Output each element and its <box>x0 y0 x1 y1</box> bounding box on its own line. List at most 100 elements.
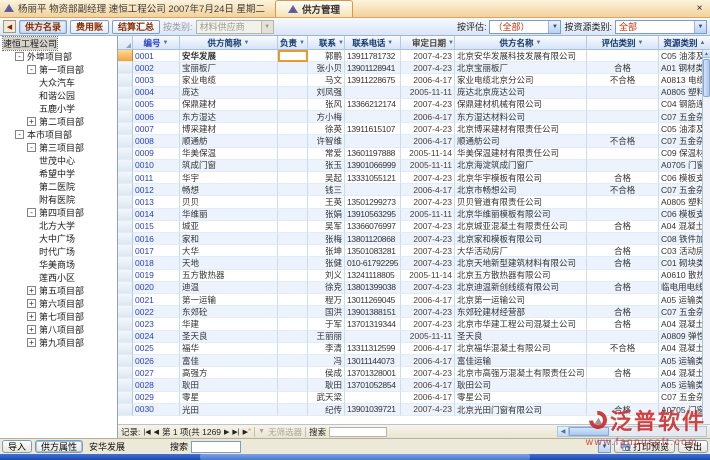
table-row[interactable]: 0007博采建材徐英139116151072007-4-23北京博采建材有限责任… <box>118 123 710 135</box>
table-cell[interactable]: 畅想 <box>180 184 278 196</box>
table-cell[interactable]: 耿田 <box>180 379 278 391</box>
table-cell[interactable] <box>278 355 308 367</box>
column-header[interactable]: 联系电话▼ <box>345 36 401 50</box>
tree-item[interactable]: +第六项目部 <box>0 297 117 310</box>
row-selector[interactable] <box>118 74 133 86</box>
table-cell[interactable]: 2005-11-11 <box>401 209 455 221</box>
collapse-minus-icon[interactable]: - <box>27 65 36 74</box>
column-header[interactable]: 评估类别▼ <box>587 36 659 50</box>
table-cell[interactable]: 富佳 <box>180 355 278 367</box>
table-cell[interactable] <box>278 99 308 111</box>
row-selector[interactable] <box>118 111 133 123</box>
table-cell[interactable]: 华宇 <box>180 172 278 184</box>
table-cell[interactable] <box>278 196 308 208</box>
table-cell[interactable]: 许智维 <box>308 135 345 147</box>
table-cell[interactable]: 耿田 <box>308 379 345 391</box>
table-cell[interactable]: 合格 <box>587 367 659 379</box>
row-selector[interactable] <box>118 184 133 196</box>
table-cell[interactable] <box>587 379 659 391</box>
table-cell[interactable] <box>587 392 659 404</box>
table-cell[interactable] <box>587 233 659 245</box>
table-cell[interactable]: 2006-4-17 <box>401 294 455 306</box>
table-cell[interactable]: 0029 <box>133 392 180 404</box>
table-cell[interactable]: 合格 <box>587 282 659 294</box>
table-cell[interactable]: 2006-4-17 <box>401 379 455 391</box>
table-cell[interactable]: 13911615107 <box>345 123 401 135</box>
filter-dropdown-icon[interactable]: ▼ <box>338 40 344 46</box>
table-cell[interactable] <box>345 184 401 196</box>
table-cell[interactable] <box>278 111 308 123</box>
table-cell[interactable]: 0030 <box>133 404 180 416</box>
row-selector[interactable] <box>118 331 133 343</box>
table-cell[interactable]: 不合格 <box>587 343 659 355</box>
table-cell[interactable]: 张健 <box>308 257 345 269</box>
table-cell[interactable]: 筑成门窗 <box>180 160 278 172</box>
table-cell[interactable] <box>278 221 308 233</box>
table-cell[interactable]: 常爱 <box>308 148 345 160</box>
scroll-up-icon[interactable]: ▲ <box>703 50 710 58</box>
table-cell[interactable]: 不合格 <box>587 184 659 196</box>
table-cell[interactable]: 2007-4-23 <box>401 257 455 269</box>
table-cell[interactable]: 马文 <box>308 74 345 86</box>
row-selector[interactable] <box>118 355 133 367</box>
row-selector[interactable] <box>118 99 133 111</box>
tree-item[interactable]: +第二项目部 <box>0 115 117 128</box>
table-cell[interactable]: 2005-11-14 <box>401 270 455 282</box>
collapse-minus-icon[interactable]: - <box>27 143 36 152</box>
table-cell[interactable] <box>278 294 308 306</box>
table-cell[interactable]: 2005-11-11 <box>401 331 455 343</box>
row-selector[interactable] <box>118 233 133 245</box>
row-selector[interactable] <box>118 404 133 416</box>
table-cell[interactable]: 0009 <box>133 148 180 160</box>
table-cell[interactable]: 高强方 <box>180 367 278 379</box>
table-cell[interactable]: 东方湿达 <box>180 111 278 123</box>
table-cell[interactable]: 华美保温建材有限责任公司 <box>455 148 587 160</box>
table-cell[interactable] <box>587 160 659 172</box>
table-cell[interactable] <box>587 331 659 343</box>
tree-item[interactable]: 附有医院 <box>0 193 117 206</box>
export-button[interactable]: 导出 <box>678 440 708 453</box>
table-cell[interactable] <box>278 209 308 221</box>
table-row[interactable]: 0030光田纪传139010397212007-4-23北京光田门窗有限公司合格… <box>118 404 710 416</box>
table-cell[interactable]: 北京博采建材有限责任公司 <box>455 123 587 135</box>
filter-dropdown-icon[interactable]: ▼ <box>299 40 305 46</box>
row-selector[interactable] <box>118 294 133 306</box>
table-cell[interactable]: 北京市高强万混凝土有限责任公司 <box>455 367 587 379</box>
table-row[interactable]: 0029零星武天梁2006-4-17零星公司C07 五金杂品 <box>118 392 710 404</box>
table-cell[interactable]: 北京迪温新创线缆有限公司 <box>455 282 587 294</box>
table-cell[interactable]: 0008 <box>133 135 180 147</box>
table-cell[interactable]: 2007-4-23 <box>401 367 455 379</box>
row-selector[interactable] <box>118 392 133 404</box>
filter-dropdown-icon[interactable]: ▼ <box>163 40 169 46</box>
table-cell[interactable]: 2006-4-17 <box>401 343 455 355</box>
table-cell[interactable]: 保鼎建材机械有限公司 <box>455 99 587 111</box>
table-cell[interactable]: 13501299273 <box>345 196 401 208</box>
table-cell[interactable]: 北京华宇模板有限公司 <box>455 172 587 184</box>
row-selector[interactable] <box>118 367 133 379</box>
table-cell[interactable]: 0018 <box>133 257 180 269</box>
table-cell[interactable] <box>345 135 401 147</box>
table-cell[interactable]: 13366076997 <box>345 221 401 233</box>
table-cell[interactable] <box>345 87 401 99</box>
table-cell[interactable]: 0015 <box>133 221 180 233</box>
table-row[interactable]: 0023华建于军137013193442007-4-23北京市华建工程公司混凝土… <box>118 318 710 330</box>
table-cell[interactable]: 0022 <box>133 306 180 318</box>
table-cell[interactable]: 2006-4-17 <box>401 111 455 123</box>
table-cell[interactable]: 天地 <box>180 257 278 269</box>
column-header[interactable]: 审定日期▼ <box>401 36 455 50</box>
table-cell[interactable]: 13501083281 <box>345 245 401 257</box>
table-cell[interactable]: 家和 <box>180 233 278 245</box>
table-cell[interactable]: 东郊砼 <box>180 306 278 318</box>
table-cell[interactable]: 徐克 <box>308 282 345 294</box>
table-cell[interactable]: 0002 <box>133 62 180 74</box>
table-cell[interactable]: 13901066999 <box>345 160 401 172</box>
table-cell[interactable] <box>278 306 308 318</box>
table-cell[interactable] <box>278 135 308 147</box>
table-row[interactable]: 0021第一运输程万130112690452006-4-17北京第一运输公司A0… <box>118 294 710 306</box>
row-selector[interactable] <box>118 160 133 172</box>
table-cell[interactable]: 华建 <box>180 318 278 330</box>
tab-supplier-management[interactable]: 供方管理 <box>275 0 353 17</box>
table-cell[interactable] <box>278 87 308 99</box>
select-all-corner[interactable] <box>118 36 133 50</box>
tree-item[interactable]: -第三项目部 <box>0 141 117 154</box>
